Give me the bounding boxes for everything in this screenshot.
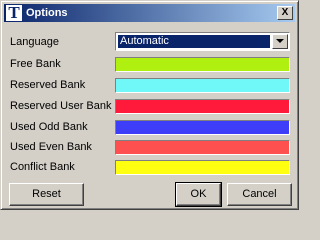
- reset-button[interactable]: Reset: [9, 183, 84, 206]
- ok-button[interactable]: OK: [175, 182, 222, 207]
- reserved-user-bank-label: Reserved User Bank: [10, 100, 112, 112]
- window-title: Options: [26, 7, 68, 19]
- used-odd-bank-color-swatch[interactable]: [115, 120, 290, 135]
- free-bank-color-swatch[interactable]: [115, 57, 290, 72]
- reserved-bank-color-swatch[interactable]: [115, 78, 290, 93]
- language-label: Language: [10, 36, 59, 48]
- language-selected-value: Automatic: [118, 35, 270, 48]
- app-icon: T: [6, 4, 22, 21]
- used-even-bank-color-swatch[interactable]: [115, 140, 290, 155]
- conflict-bank-color-swatch[interactable]: [115, 160, 290, 175]
- title-bar[interactable]: T Options X: [4, 4, 295, 22]
- language-dropdown[interactable]: Automatic: [115, 32, 290, 51]
- close-button[interactable]: X: [277, 6, 293, 20]
- chevron-down-icon[interactable]: [272, 34, 288, 49]
- cancel-button[interactable]: Cancel: [227, 183, 292, 206]
- used-odd-bank-label: Used Odd Bank: [10, 121, 88, 133]
- options-dialog: T Options X Language Automatic Free Bank…: [0, 0, 299, 210]
- used-even-bank-label: Used Even Bank: [10, 141, 92, 153]
- conflict-bank-label: Conflict Bank: [10, 161, 75, 173]
- free-bank-label: Free Bank: [10, 58, 61, 70]
- reserved-user-bank-color-swatch[interactable]: [115, 99, 290, 114]
- reserved-bank-label: Reserved Bank: [10, 79, 86, 91]
